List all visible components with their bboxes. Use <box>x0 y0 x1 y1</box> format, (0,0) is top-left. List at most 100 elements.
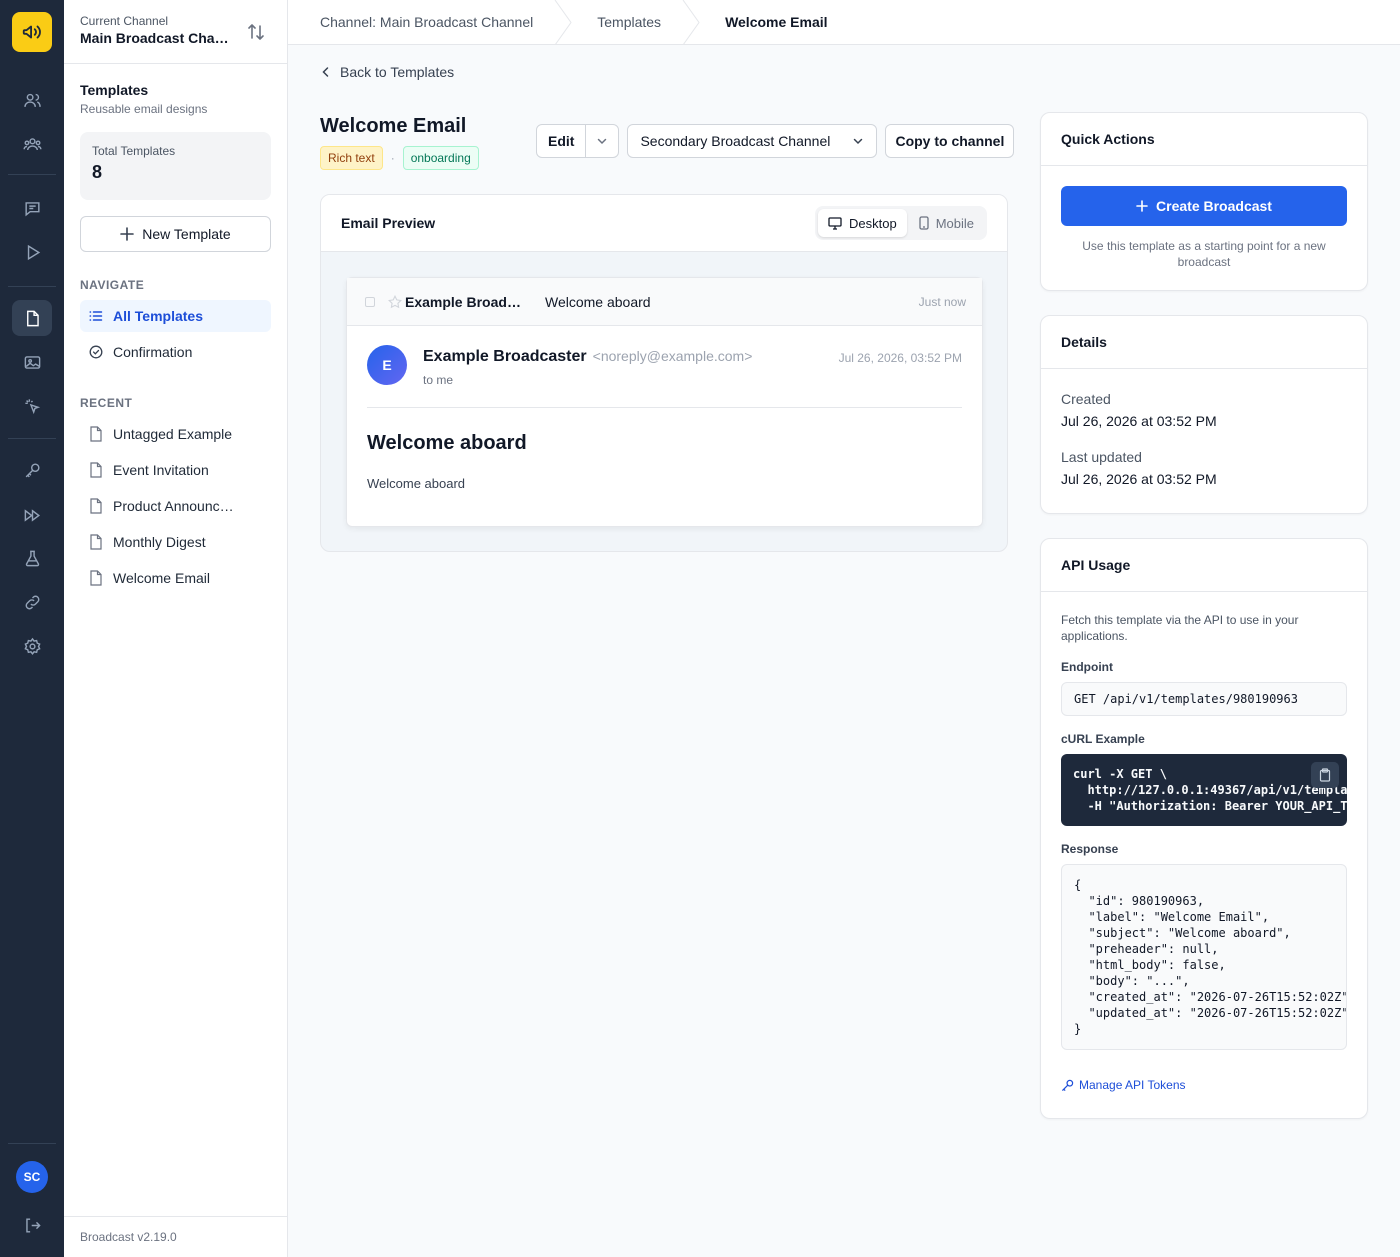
channel-label: Current Channel <box>80 14 169 28</box>
document-icon <box>90 498 102 514</box>
sender-name: Example Broadcaster <box>423 348 587 365</box>
chevron-down-icon <box>598 138 607 145</box>
document-icon <box>90 534 102 550</box>
document-icon <box>90 462 102 478</box>
click-tracking-icon[interactable] <box>12 388 52 424</box>
quick-actions-card: Quick Actions Create Broadcast Use this … <box>1040 112 1368 291</box>
endpoint-field[interactable]: GET /api/v1/templates/980190963 <box>1061 682 1347 716</box>
nav-item-all-templates[interactable]: All Templates <box>80 300 271 332</box>
target-channel-select[interactable]: Secondary Broadcast Channel <box>627 124 878 158</box>
rail-divider <box>8 286 56 287</box>
link-icon[interactable] <box>12 584 52 620</box>
recent-item-label: Event Invitation <box>113 462 209 478</box>
create-broadcast-label: Create Broadcast <box>1156 198 1272 214</box>
manage-api-tokens-link[interactable]: Manage API Tokens <box>1061 1078 1347 1092</box>
segments-icon[interactable] <box>12 126 52 162</box>
desktop-mode-button[interactable]: Desktop <box>818 209 907 237</box>
api-usage-card: API Usage Fetch this template via the AP… <box>1040 538 1368 1119</box>
updated-value: Jul 26, 2026 at 03:52 PM <box>1061 471 1217 487</box>
breadcrumb-templates[interactable]: Templates <box>565 0 700 45</box>
preview-title: Email Preview <box>341 215 436 231</box>
star-icon <box>388 295 402 309</box>
channel-switcher[interactable]: Current Channel Main Broadcast Channel <box>64 0 287 64</box>
app-version: Broadcast v2.19.0 <box>64 1216 287 1257</box>
response-code-block[interactable]: { "id": 980190963, "label": "Welcome Ema… <box>1061 864 1347 1050</box>
edit-split-button: Edit <box>536 124 620 158</box>
curl-label: cURL Example <box>1061 732 1145 746</box>
tag-badge: onboarding <box>402 146 479 170</box>
phone-icon <box>919 216 929 230</box>
edit-button[interactable]: Edit <box>537 125 587 157</box>
sender-avatar: E <box>367 345 407 385</box>
stat-value: 8 <box>92 162 103 182</box>
recent-item[interactable]: Untagged Example <box>80 418 271 450</box>
card-title: Quick Actions <box>1041 113 1367 166</box>
megaphone-logo-icon[interactable] <box>12 12 52 52</box>
mobile-mode-button[interactable]: Mobile <box>909 209 984 237</box>
edit-menu-toggle[interactable] <box>586 125 618 157</box>
back-link-label: Back to Templates <box>340 64 455 80</box>
device-toggle: Desktop Mobile <box>815 206 987 240</box>
document-icon <box>90 426 102 442</box>
email-header: E Example Broadcaster <noreply@example.co… <box>367 326 962 408</box>
nav-item-confirmation[interactable]: Confirmation <box>80 336 271 368</box>
recent-item-label: Product Announcement <box>113 498 241 514</box>
fast-forward-icon[interactable] <box>12 497 52 533</box>
response-label: Response <box>1061 842 1119 856</box>
breadcrumb-channel[interactable]: Channel: Main Broadcast Channel <box>288 0 572 45</box>
media-image-icon[interactable] <box>12 344 52 380</box>
sequences-play-icon[interactable] <box>12 234 52 270</box>
document-icon <box>90 570 102 586</box>
templates-sidebar: Current Channel Main Broadcast Channel T… <box>64 0 288 1257</box>
details-card: Details Created Jul 26, 2026 at 03:52 PM… <box>1040 315 1368 514</box>
plus-icon <box>120 227 135 241</box>
recent-item[interactable]: Event Invitation <box>80 454 271 486</box>
create-broadcast-hint: Use this template as a starting point fo… <box>1082 239 1326 269</box>
page-title: Welcome Email <box>320 115 467 137</box>
recent-item[interactable]: Monthly Digest <box>80 526 271 558</box>
rail-divider <box>8 1143 56 1144</box>
contacts-icon[interactable] <box>12 82 52 118</box>
card-title: API Usage <box>1041 539 1367 592</box>
api-description: Fetch this template via the API to use i… <box>1061 613 1299 643</box>
lab-flask-icon[interactable] <box>12 540 52 576</box>
chevron-left-icon <box>322 67 329 77</box>
new-template-button[interactable]: New Template <box>80 216 271 252</box>
recent-item[interactable]: Welcome Email <box>80 562 271 594</box>
recent-item[interactable]: Product Announcement <box>80 490 271 522</box>
breadcrumb-label: Welcome Email <box>725 14 828 30</box>
templates-document-icon[interactable] <box>12 300 52 336</box>
email-date: Jul 26, 2026, 03:52 PM <box>838 351 962 365</box>
logout-icon[interactable] <box>12 1207 52 1243</box>
checkbox-icon <box>365 296 375 307</box>
icon-rail: SC <box>0 0 64 1257</box>
back-to-templates-link[interactable]: Back to Templates <box>320 64 454 80</box>
inbox-row: Example Broadcaster Welcome aboard Just … <box>347 278 982 326</box>
copy-clipboard-icon[interactable] <box>1311 762 1339 788</box>
recent-item-label: Monthly Digest <box>113 534 206 550</box>
breadcrumb-label: Templates <box>597 14 662 30</box>
curl-code: curl -X GET \ http://127.0.0.1:49367/api… <box>1073 767 1347 813</box>
check-circle-icon <box>89 345 103 359</box>
updated-label: Last updated <box>1061 449 1142 465</box>
create-broadcast-button[interactable]: Create Broadcast <box>1061 186 1347 226</box>
preview-header: Email Preview Desktop Mobile <box>321 195 1007 252</box>
recent-item-label: Untagged Example <box>113 426 233 442</box>
badge-separator: · <box>390 151 395 165</box>
email-body: Welcome aboard <box>367 476 466 491</box>
inbox-from: Example Broadcaster <box>405 293 527 310</box>
curl-code-block[interactable]: curl -X GET \ http://127.0.0.1:49367/api… <box>1061 754 1347 826</box>
copy-to-channel-button[interactable]: Copy to channel <box>885 124 1015 158</box>
type-badge: Rich text <box>320 146 383 170</box>
email-mock: Example Broadcaster Welcome aboard Just … <box>346 277 983 527</box>
settings-gear-icon[interactable] <box>12 628 52 664</box>
stat-label: Total Templates <box>92 144 176 158</box>
section-title: Templates <box>80 82 149 98</box>
messages-icon[interactable] <box>12 190 52 226</box>
user-avatar[interactable]: SC <box>16 1161 48 1193</box>
swap-arrows-icon[interactable] <box>247 22 265 47</box>
breadcrumb-current: Welcome Email <box>693 0 859 45</box>
created-label: Created <box>1061 391 1111 407</box>
api-key-icon[interactable] <box>12 452 52 488</box>
manage-tokens-label: Manage API Tokens <box>1079 1078 1186 1092</box>
